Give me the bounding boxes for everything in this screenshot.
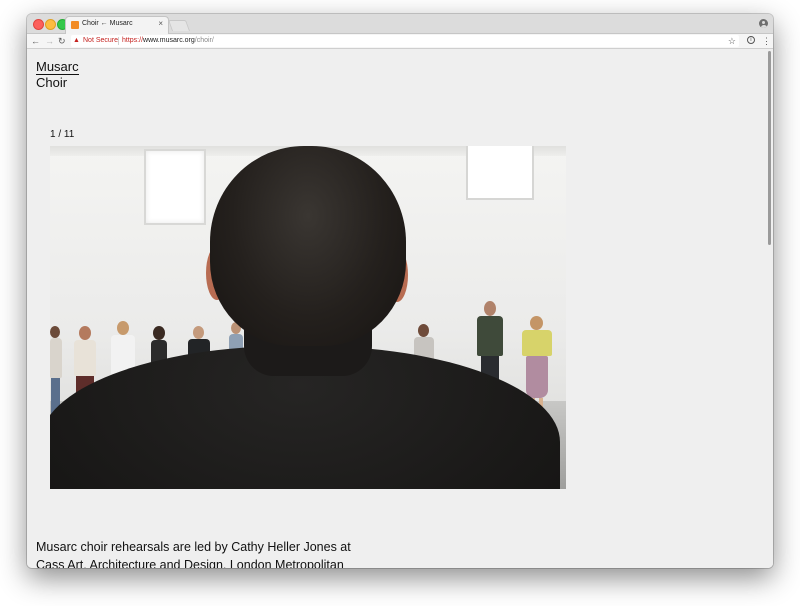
reload-icon[interactable]: ↻ — [58, 35, 66, 47]
warning-triangle-icon: ▲ — [73, 37, 80, 44]
new-tab-button[interactable] — [167, 20, 191, 31]
address-bar-divider — [118, 37, 119, 45]
gallery-counter: 1 / 11 — [50, 129, 75, 140]
bookmark-star-icon[interactable]: ☆ — [728, 36, 736, 46]
address-bar[interactable]: ▲ Not Secure https://www.musarc.org/choi… — [71, 35, 739, 47]
site-title-musarc: Musarc — [36, 59, 79, 75]
page-viewport: Musarc Choir 1 / 11 Musarc choir rehears… — [27, 49, 773, 568]
minimize-window-button[interactable] — [45, 19, 56, 30]
page-scrollbar[interactable] — [766, 49, 773, 568]
browser-window: Choir ← Musarc × ← → ↻ ▲ Not Secure http… — [27, 14, 773, 568]
favicon-icon — [71, 21, 79, 29]
tab-close-icon[interactable]: × — [158, 19, 163, 28]
profile-icon[interactable] — [759, 19, 768, 28]
choir-description: Musarc choir rehearsals are led by Cathy… — [36, 539, 351, 569]
url-path: /choir/ — [194, 37, 214, 44]
site-title: Musarc Choir — [36, 59, 79, 91]
tab-choir[interactable]: Choir ← Musarc × — [65, 16, 169, 34]
gallery-photo[interactable] — [50, 146, 566, 489]
photo-skylight-right — [468, 146, 532, 198]
photo-skylight-left — [146, 151, 204, 223]
back-arrow-icon[interactable]: ← — [31, 35, 40, 47]
tab-strip: Choir ← Musarc × — [27, 14, 773, 34]
browser-toolbar: ← → ↻ ▲ Not Secure https://www.musarc.or… — [27, 34, 773, 49]
menu-kebab-icon[interactable]: ⋮ — [762, 35, 771, 47]
url-text[interactable]: https://www.musarc.org/choir/ — [122, 37, 214, 45]
info-icon[interactable]: i — [747, 36, 755, 44]
forward-arrow-icon[interactable]: → — [45, 35, 54, 47]
scrollbar-thumb[interactable] — [768, 51, 771, 245]
close-window-button[interactable] — [33, 19, 44, 30]
url-scheme: https:// — [122, 37, 144, 44]
url-host: www.musarc.org — [143, 37, 195, 44]
security-indicator[interactable]: Not Secure — [83, 37, 118, 45]
site-title-choir: Choir — [36, 75, 68, 90]
photo-foreground-head — [210, 146, 406, 346]
site-home-link[interactable]: Musarc — [36, 59, 79, 75]
tab-title: Choir ← Musarc — [82, 20, 133, 27]
